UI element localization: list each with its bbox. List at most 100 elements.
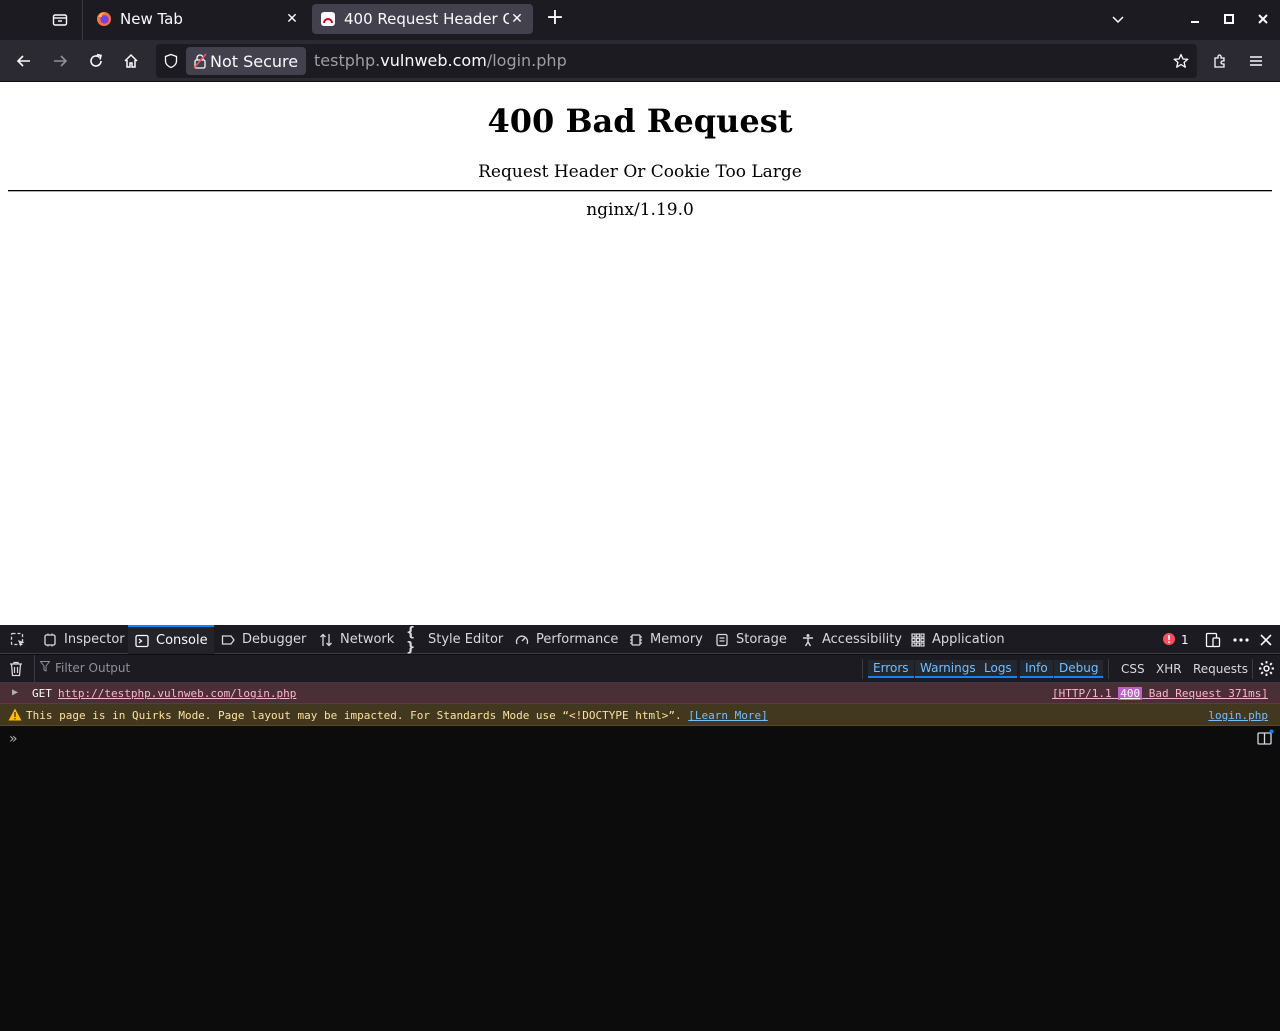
divider: [8, 190, 1272, 192]
navigation-toolbar: Not Secure testphp.vulnweb.com/login.php: [0, 40, 1280, 82]
close-window-icon[interactable]: [1252, 8, 1274, 30]
tab-active-page[interactable]: 400 Request Header Or Cookie Too Large ✕: [312, 4, 533, 34]
tab-label: Memory: [650, 632, 703, 647]
element-picker-icon[interactable]: [4, 625, 32, 654]
divider: [34, 655, 35, 683]
message-source-link[interactable]: login.php: [1208, 709, 1268, 722]
close-tab-icon[interactable]: ✕: [509, 11, 525, 27]
insecure-lock-icon: [193, 53, 207, 69]
expand-arrow-icon[interactable]: ▶: [12, 687, 18, 698]
status-code-badge: 400: [1118, 687, 1143, 700]
tab-debugger[interactable]: Debugger: [214, 625, 312, 654]
site-security-button[interactable]: Not Secure: [186, 47, 307, 75]
new-tab-button[interactable]: +: [544, 7, 566, 30]
url-host: vulnweb.com: [380, 51, 487, 70]
maximize-icon[interactable]: [1218, 8, 1240, 30]
page-heading: 400 Bad Request: [487, 102, 793, 140]
error-count: 1: [1181, 633, 1189, 647]
storage-icon: [714, 632, 730, 648]
response-status[interactable]: [HTTP/1.1 400 Bad Request 371ms]: [1052, 687, 1268, 700]
tab-separator: [82, 0, 83, 40]
editor-mode-toggle-icon[interactable]: [1256, 729, 1274, 747]
extensions-icon[interactable]: [1207, 48, 1233, 74]
filter-errors-button[interactable]: Errors: [868, 660, 914, 678]
devtools-toolbar: Inspector Console Debugger Network { } S…: [0, 624, 1280, 655]
divider: [1108, 659, 1109, 679]
filter-output-input[interactable]: Filter Output: [39, 661, 131, 675]
error-description: Request Header Or Cookie Too Large: [478, 162, 802, 182]
tab-new-tab[interactable]: New Tab ✕: [88, 4, 308, 34]
close-tab-icon[interactable]: ✕: [284, 11, 300, 27]
more-options-icon[interactable]: [1232, 629, 1250, 651]
console-input-prompt[interactable]: »: [9, 731, 18, 747]
minimize-icon[interactable]: [1184, 8, 1206, 30]
filter-warnings-button[interactable]: Warnings: [915, 660, 981, 678]
tab-inspector[interactable]: Inspector: [36, 625, 131, 654]
warning-text-line: This page is in Quirks Mode. Page layout…: [26, 709, 768, 722]
page-content: 400 Bad Request Request Header Or Cookie…: [0, 82, 1280, 625]
tab-label: Accessibility: [822, 632, 902, 647]
close-devtools-icon[interactable]: [1260, 629, 1272, 651]
back-icon[interactable]: [11, 48, 37, 74]
tab-label: Application: [932, 632, 1005, 647]
error-icon: [1162, 632, 1176, 649]
quirks-mode-warning-message: This page is in Quirks Mode. Page layout…: [0, 704, 1280, 726]
url-prefix: testphp.: [314, 51, 381, 70]
trash-icon[interactable]: [9, 661, 23, 680]
devtools-panel: Inspector Console Debugger Network { } S…: [0, 625, 1280, 1031]
tab-label: Storage: [736, 632, 787, 647]
console-filter-bar: Filter Output Errors Warnings Logs Info …: [0, 655, 1280, 683]
error-count-badge[interactable]: 1: [1162, 629, 1189, 651]
app-menu-icon[interactable]: [1243, 48, 1269, 74]
tab-label: Debugger: [242, 632, 307, 647]
network-icon: [318, 632, 334, 648]
tab-network[interactable]: Network: [312, 625, 400, 654]
tab-application[interactable]: Application: [904, 625, 1011, 654]
tab-performance[interactable]: Performance: [508, 625, 624, 654]
request-url-link[interactable]: http://testphp.vulnweb.com/login.php: [58, 687, 296, 700]
status-prefix: [HTTP/1.1: [1052, 687, 1119, 700]
request-method: GET: [32, 687, 52, 700]
tracking-protection-shield-icon[interactable]: [162, 52, 180, 70]
tab-accessibility[interactable]: Accessibility: [794, 625, 908, 654]
tab-label: Style Editor: [428, 632, 504, 647]
tab-overview-icon[interactable]: [48, 8, 72, 32]
tab-label: Inspector: [64, 632, 125, 647]
console-icon: [134, 633, 150, 649]
console-settings-gear-icon[interactable]: [1258, 660, 1275, 680]
firefox-icon: [96, 11, 112, 27]
warning-icon: [8, 708, 22, 721]
home-icon[interactable]: [118, 48, 144, 74]
accessibility-icon: [800, 632, 816, 648]
style-editor-icon: { }: [406, 624, 416, 655]
filter-debug-button[interactable]: Debug: [1054, 660, 1104, 678]
inspector-icon: [42, 632, 58, 648]
list-all-tabs-icon[interactable]: [1107, 8, 1129, 30]
memory-icon: [628, 632, 644, 648]
debugger-icon: [220, 632, 236, 648]
filter-placeholder: Filter Output: [55, 661, 131, 675]
tab-memory[interactable]: Memory: [622, 625, 709, 654]
tab-storage[interactable]: Storage: [708, 625, 793, 654]
url-text[interactable]: testphp.vulnweb.com/login.php: [314, 51, 567, 70]
filter-info-button[interactable]: Info: [1020, 660, 1053, 678]
divider: [1252, 659, 1253, 679]
reload-icon[interactable]: [83, 48, 109, 74]
filter-css-button[interactable]: CSS: [1121, 660, 1145, 678]
bookmark-star-icon[interactable]: [1171, 51, 1191, 71]
filter-xhr-button[interactable]: XHR: [1156, 660, 1182, 678]
forward-icon[interactable]: [47, 48, 73, 74]
tab-label: Network: [340, 632, 395, 647]
divider: [862, 659, 863, 679]
tab-strip: New Tab ✕ 400 Request Header Or Cookie T…: [0, 0, 1280, 40]
tab-console[interactable]: Console: [128, 625, 214, 654]
tab-style-editor[interactable]: { } Style Editor: [400, 624, 509, 655]
learn-more-link[interactable]: [Learn More]: [688, 709, 767, 722]
responsive-design-mode-icon[interactable]: [1205, 629, 1221, 651]
status-suffix: Bad Request 371ms]: [1142, 687, 1268, 700]
server-signature: nginx/1.19.0: [586, 200, 694, 220]
url-bar[interactable]: Not Secure testphp.vulnweb.com/login.php: [156, 44, 1197, 78]
filter-requests-button[interactable]: Requests: [1193, 660, 1248, 678]
network-request-message[interactable]: ▶ GET http://testphp.vulnweb.com/login.p…: [0, 683, 1280, 704]
filter-logs-button[interactable]: Logs: [979, 660, 1017, 678]
